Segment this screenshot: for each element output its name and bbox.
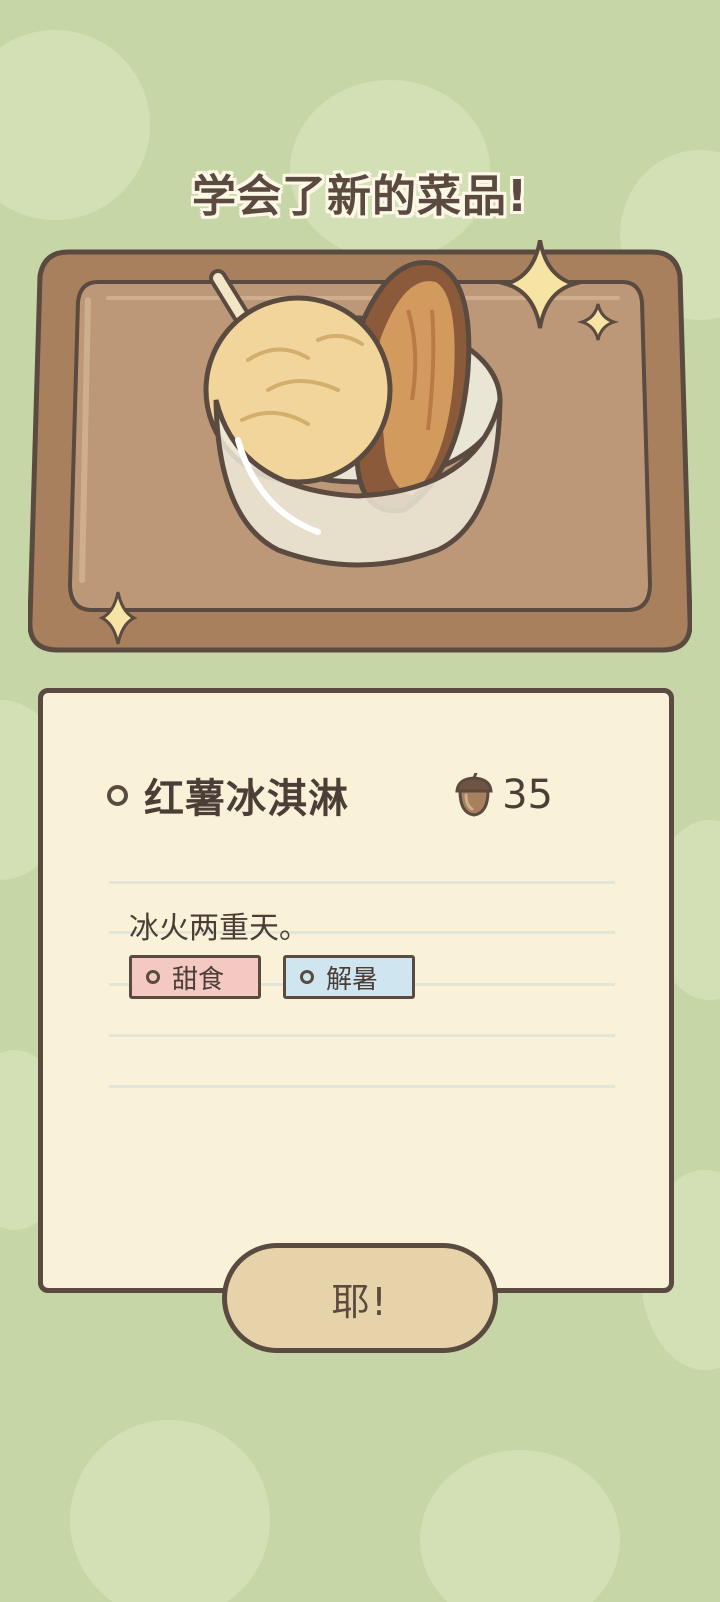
tag-dot-icon [146, 970, 160, 984]
tag-label: 甜食 [172, 964, 225, 995]
ruled-line [109, 1034, 615, 1037]
bullet-icon [107, 784, 128, 806]
dish-name: 红薯冰淇淋 [144, 776, 349, 822]
tag-dot-icon [300, 970, 314, 984]
ruled-line [109, 881, 615, 884]
price-group: 35 [454, 772, 553, 818]
game-screen: 学会了新的菜品! 红薯冰淇淋 35 冰火两重天。 甜食 解暑 耶! [0, 0, 720, 1602]
dish-header: 红薯冰淇淋 35 [107, 765, 609, 825]
dish-illustration [28, 240, 692, 700]
tag-sweet: 甜食 [129, 955, 261, 999]
page-title: 学会了新的菜品! [191, 171, 529, 222]
dish-tags: 甜食 解暑 [129, 955, 415, 999]
acorn-icon [455, 773, 493, 817]
tag-cooling: 解暑 [283, 955, 415, 999]
background-cloud [420, 1450, 620, 1602]
dish-description: 冰火两重天。 [129, 911, 309, 946]
tray-svg [28, 240, 692, 653]
background-cloud [70, 1420, 270, 1602]
tag-label: 解暑 [326, 964, 379, 995]
dish-price: 35 [502, 772, 553, 818]
ruled-line [109, 1085, 615, 1088]
dish-info-card: 红薯冰淇淋 35 冰火两重天。 甜食 解暑 [38, 688, 674, 1293]
confirm-button[interactable]: 耶! [222, 1243, 498, 1353]
